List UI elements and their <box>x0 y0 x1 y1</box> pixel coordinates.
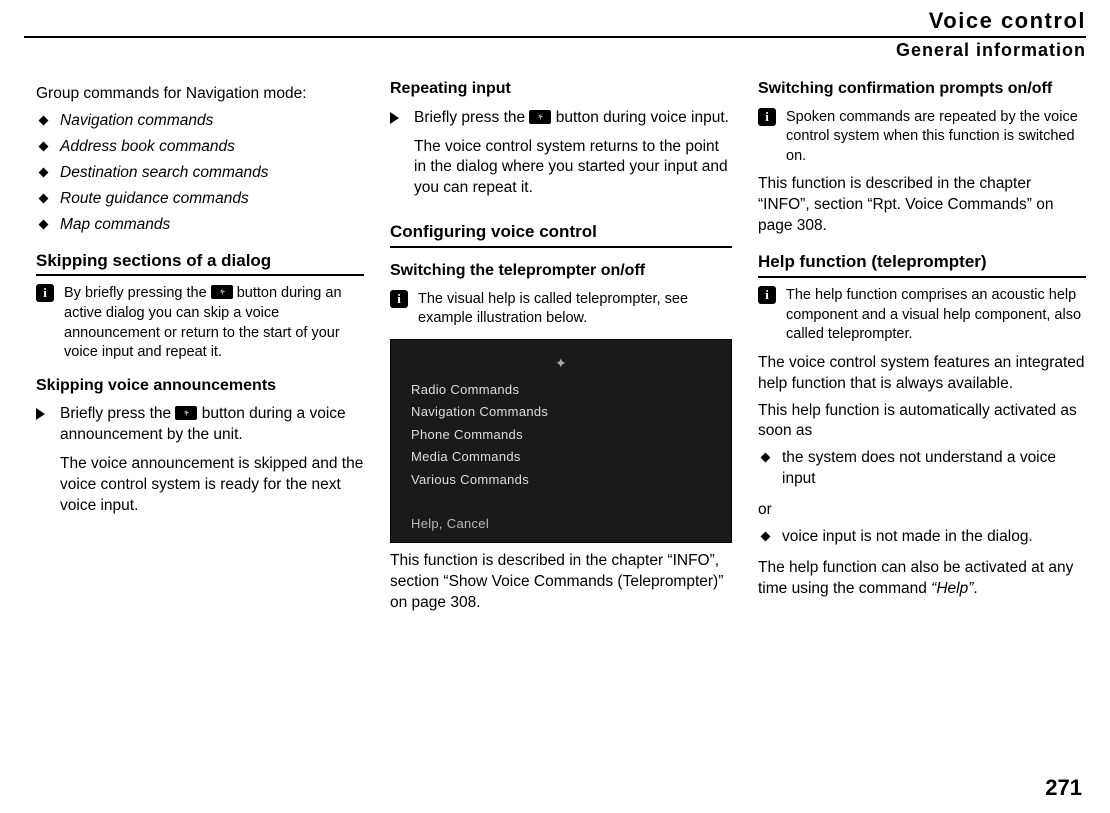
step-result: The voice announcement is skipped and th… <box>60 454 364 517</box>
step-text: Briefly press the button during voice in… <box>414 108 732 129</box>
or-text: or <box>758 500 1086 521</box>
info-text: By briefly pressing the button during an… <box>64 284 364 362</box>
help-paragraph: The voice control system features an int… <box>758 353 1086 395</box>
confirmation-description: This function is described in the chapte… <box>758 174 1086 237</box>
text: The help function can also be activated … <box>758 559 1073 597</box>
list-item: Destination search commands <box>36 163 364 184</box>
help-command: “Help” <box>931 580 973 597</box>
header-rule <box>24 36 1086 38</box>
step-body: Briefly press the button during voice in… <box>414 108 732 208</box>
screenshot-row: Phone Commands <box>411 426 711 444</box>
list-item: voice input is not made in the dialog. <box>758 527 1086 548</box>
text: button during voice input. <box>551 109 729 126</box>
screenshot-row: Media Commands <box>411 448 711 466</box>
heading-skip-sections: Skipping sections of a dialog <box>36 250 364 277</box>
text: By briefly pressing the <box>64 285 211 301</box>
screenshot-row: Radio Commands <box>411 381 711 399</box>
step-text: Briefly press the button during a voice … <box>60 404 364 446</box>
heading-help-function: Help function (teleprompter) <box>758 251 1086 278</box>
info-icon: i <box>758 108 776 126</box>
step: Briefly press the button during a voice … <box>36 404 364 525</box>
info-text: Spoken commands are repeated by the voic… <box>786 108 1086 167</box>
teleprompter-screenshot: ✦ Radio Commands Navigation Commands Pho… <box>390 339 732 543</box>
info-note: i The visual help is called teleprompter… <box>390 290 732 329</box>
step: Briefly press the button during voice in… <box>390 108 732 208</box>
heading-confirmation-prompts: Switching confirmation prompts on/off <box>758 78 1086 100</box>
list-item: the system does not understand a voice i… <box>758 448 1086 490</box>
screenshot-row: Various Commands <box>411 471 711 489</box>
help-bullets: voice input is not made in the dialog. <box>758 527 1086 548</box>
step-marker-icon <box>390 108 404 208</box>
list-item: Navigation commands <box>36 111 364 132</box>
info-text: The visual help is called teleprompter, … <box>418 290 732 329</box>
text: Briefly press the <box>414 109 529 126</box>
heading-repeating-input: Repeating input <box>390 78 732 100</box>
page-number: 271 <box>1045 775 1082 801</box>
text: . <box>973 580 977 597</box>
info-icon: i <box>390 290 408 308</box>
step-marker-icon <box>36 404 50 525</box>
heading-teleprompter-switch: Switching the teleprompter on/off <box>390 260 732 282</box>
list-item: Map commands <box>36 215 364 236</box>
screenshot-footer: Help, Cancel <box>411 515 711 533</box>
column-2: Repeating input Briefly press the button… <box>390 78 732 620</box>
heading-skip-voice: Skipping voice announcements <box>36 375 364 397</box>
step-result: The voice control system returns to the … <box>414 137 732 200</box>
help-bullets: the system does not understand a voice i… <box>758 448 1086 490</box>
info-icon: i <box>36 284 54 302</box>
list-item: Route guidance commands <box>36 189 364 210</box>
content-columns: Group commands for Navigation mode: Navi… <box>36 78 1086 620</box>
column-3: Switching confirmation prompts on/off i … <box>758 78 1086 620</box>
voice-button-icon <box>175 406 197 420</box>
info-note: i The help function comprises an acousti… <box>758 286 1086 345</box>
info-note: i Spoken commands are repeated by the vo… <box>758 108 1086 167</box>
screenshot-row: Navigation Commands <box>411 403 711 421</box>
voice-button-icon <box>529 110 551 124</box>
heading-configuring: Configuring voice control <box>390 221 732 248</box>
nav-group-intro: Group commands for Navigation mode: <box>36 84 364 105</box>
teleprompter-description: This function is described in the chapte… <box>390 551 732 614</box>
nav-group-list: Navigation commands Address book command… <box>36 111 364 236</box>
page-header-title: Voice control <box>929 8 1086 34</box>
help-paragraph: The help function can also be activated … <box>758 558 1086 600</box>
step-body: Briefly press the button during a voice … <box>60 404 364 525</box>
mic-icon: ✦ <box>411 354 711 373</box>
info-icon: i <box>758 286 776 304</box>
help-paragraph: This help function is automatically acti… <box>758 401 1086 443</box>
info-text: The help function comprises an acoustic … <box>786 286 1086 345</box>
list-item: Address book commands <box>36 137 364 158</box>
info-note: i By briefly pressing the button during … <box>36 284 364 362</box>
page-header-subtitle: General information <box>896 40 1086 61</box>
column-1: Group commands for Navigation mode: Navi… <box>36 78 364 620</box>
text: Briefly press the <box>60 405 175 422</box>
voice-button-icon <box>211 285 233 299</box>
